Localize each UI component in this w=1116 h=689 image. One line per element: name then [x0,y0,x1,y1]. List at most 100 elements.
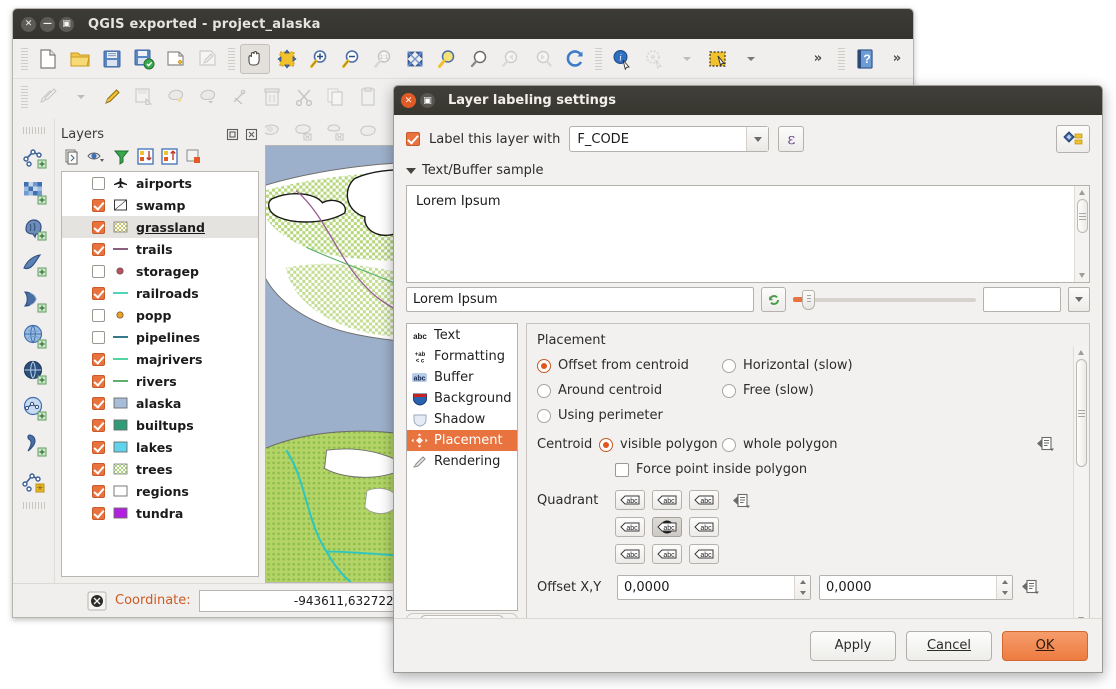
nav-item-text[interactable]: abcText [407,325,517,346]
save-layer-edits-icon[interactable] [129,82,159,112]
zoom-next-icon[interactable] [528,44,558,74]
add-mssql-layer-icon[interactable] [17,283,51,317]
data-defined-override-icon[interactable] [732,490,751,510]
layer-visibility-checkbox[interactable] [92,243,105,256]
layer-row-swamp[interactable]: swamp [62,194,258,216]
window-close-icon[interactable]: ✕ [21,17,36,32]
layer-row-rivers[interactable]: rivers [62,370,258,392]
filter-legend-icon[interactable] [113,148,130,168]
chevron-down-icon[interactable] [1068,287,1090,312]
radio-using-perimeter[interactable]: Using perimeter [537,408,722,423]
zoom-to-selection-icon[interactable] [432,44,462,74]
layer-visibility-checkbox[interactable] [92,507,105,520]
layers-tree[interactable]: airportsswampgrasslandtrailsstorageprail… [61,171,259,577]
pan-to-selection-icon[interactable] [272,44,302,74]
radio-indicator[interactable] [537,359,551,373]
quadrant-cell-middle-center[interactable]: abc [652,517,682,537]
refresh-icon[interactable] [560,44,590,74]
layer-row-regions[interactable]: regions [62,480,258,502]
scrollbar-thumb[interactable] [1076,359,1087,467]
labeling-engine-settings-icon[interactable] [1056,125,1090,153]
delete-selected-icon[interactable] [257,82,287,112]
radio-visible-polygon[interactable]: visible polygon [599,437,722,452]
toolbar-grip[interactable] [20,48,29,70]
collapse-all-icon[interactable] [161,148,178,168]
select-features-icon[interactable] [703,44,733,74]
scroll-down-icon[interactable] [1079,269,1085,282]
layer-row-pipelines[interactable]: pipelines [62,326,258,348]
spin-down-icon[interactable] [997,588,1012,600]
zoom-to-layer-icon[interactable] [464,44,494,74]
sample-scale-slider[interactable] [793,287,976,312]
select-dropdown-icon[interactable] [735,44,765,74]
apply-button[interactable]: Apply [810,631,896,661]
layer-visibility-checkbox[interactable] [92,375,105,388]
radio-indicator[interactable] [537,409,551,423]
composer-manager-icon[interactable] [193,44,223,74]
layer-visibility-checkbox[interactable] [92,265,105,278]
add-delimited-text-layer-icon[interactable] [17,427,51,461]
quadrant-cell-bottom-left[interactable]: abc [615,544,645,564]
add-wcs-layer-icon[interactable] [17,355,51,389]
radio-whole-polygon[interactable]: whole polygon [722,437,838,452]
layer-visibility-checkbox[interactable] [92,287,105,300]
layer-row-trails[interactable]: trails [62,238,258,260]
spinner-buttons[interactable] [794,576,810,599]
zoom-in-icon[interactable] [304,44,334,74]
coordinate-input[interactable]: -943611,632722 [199,590,399,612]
edit-toolbar-grip[interactable] [20,86,29,108]
layer-visibility-checkbox[interactable] [92,331,105,344]
move-feature-icon[interactable] [193,82,223,112]
layer-row-trees[interactable]: trees [62,458,258,480]
radio-indicator[interactable] [722,384,736,398]
placement-panel-scrollbar[interactable] [1073,346,1088,626]
dialog-close-icon[interactable]: ✕ [401,93,416,108]
ok-button[interactable]: OK [1002,631,1088,661]
dialog-maximize-icon[interactable]: ▣ [420,93,435,108]
layer-row-storagep[interactable]: storagep [62,260,258,282]
scroll-up-icon[interactable] [1079,186,1085,199]
nav-item-formatting[interactable]: +ab< cFormatting [407,346,517,367]
radio-indicator[interactable] [599,438,613,452]
spinner-buttons[interactable] [996,576,1012,599]
layer-row-alaska[interactable]: alaska [62,392,258,414]
layer-row-tundra[interactable]: tundra [62,502,258,524]
revert-icon[interactable] [761,287,786,312]
current-edits-icon[interactable] [33,82,63,112]
current-edits-dropdown-icon[interactable] [65,82,95,112]
radio-horizontal-slow[interactable]: Horizontal (slow) [722,358,853,373]
pan-map-icon[interactable] [240,44,270,74]
epsilon-expression-icon[interactable]: ε [778,126,804,152]
add-group-icon[interactable] [63,148,80,168]
settings-nav-list[interactable]: abcText+ab< cFormattingabcBufferBackgrou… [406,323,518,611]
quadrant-cell-bottom-right[interactable]: abc [689,544,719,564]
offset-x-spinbox[interactable]: 0,0000 [617,575,811,600]
layer-row-majrivers[interactable]: majrivers [62,348,258,370]
quadrant-cell-middle-left[interactable]: abc [615,517,645,537]
sample-preview-scrollbar[interactable] [1074,186,1089,282]
data-defined-override-icon[interactable] [1036,435,1055,455]
label-this-layer-checkbox[interactable] [406,132,420,146]
quadrant-cell-bottom-center[interactable]: abc [652,544,682,564]
nav-item-shadow[interactable]: Shadow [407,409,517,430]
quadrant-cell-top-center[interactable]: abc [652,490,682,510]
nav-item-buffer[interactable]: abcBuffer [407,367,517,388]
offset-y-spinbox[interactable]: 0,0000 [819,575,1013,600]
measure-icon[interactable] [639,44,669,74]
quadrant-cell-top-left[interactable]: abc [615,490,645,510]
layer-visibility-checkbox[interactable] [92,177,105,190]
layer-row-grassland[interactable]: grassland [62,216,258,238]
checkbox-force-point-inside-polygon[interactable]: Force point inside polygon [615,462,807,477]
checkbox-indicator[interactable] [615,463,629,477]
paste-features-icon[interactable] [353,82,383,112]
cut-features-icon[interactable] [289,82,319,112]
layer-visibility-checkbox[interactable] [92,353,105,366]
sample-scale-input[interactable] [983,287,1061,312]
open-project-icon[interactable] [65,44,95,74]
chevron-down-icon[interactable] [746,127,768,151]
radio-offset-from-centroid[interactable]: Offset from centroid [537,358,722,373]
label-field-combo[interactable]: F_CODE [569,126,769,152]
new-project-icon[interactable] [33,44,63,74]
radio-around-centroid[interactable]: Around centroid [537,383,722,398]
layer-row-popp[interactable]: popp [62,304,258,326]
